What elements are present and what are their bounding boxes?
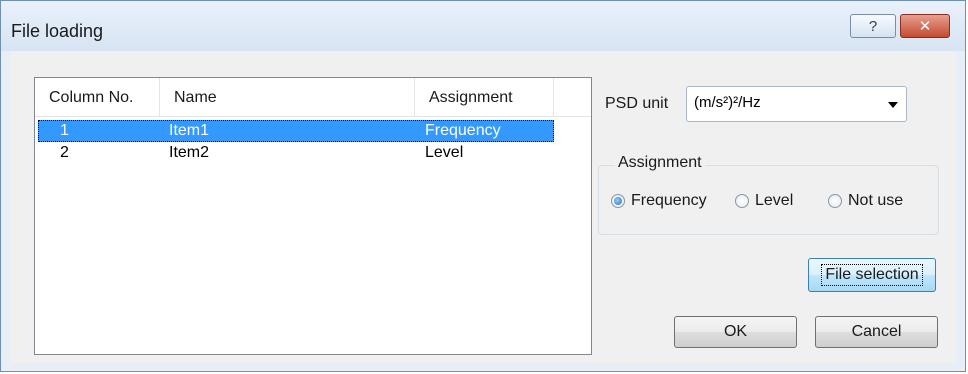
help-icon: ?	[868, 17, 878, 35]
column-list[interactable]: Column No. Name Assignment 1 Item1 Frequ…	[34, 77, 592, 355]
file-selection-label: File selection	[821, 264, 923, 286]
radio-unchecked-icon[interactable]	[735, 194, 749, 208]
ok-label: OK	[723, 323, 748, 340]
cancel-button[interactable]: Cancel	[815, 316, 938, 348]
close-button[interactable]: ✕	[900, 14, 950, 38]
file-selection-button[interactable]: File selection	[808, 258, 936, 292]
radio-level[interactable]: Level	[735, 192, 793, 210]
radio-not-use[interactable]: Not use	[828, 192, 903, 210]
psd-unit-select[interactable]: (m/s²)²/Hz	[686, 86, 907, 122]
psd-unit-label: PSD unit	[605, 95, 669, 112]
radio-not-use-label: Not use	[848, 192, 904, 209]
assignment-group: Assignment Frequency Level Not use	[598, 154, 939, 235]
radio-level-label: Level	[755, 192, 794, 209]
list-header: Column No. Name Assignment	[35, 78, 591, 117]
cancel-label: Cancel	[851, 323, 902, 340]
help-button[interactable]: ?	[850, 14, 896, 38]
radio-frequency[interactable]: Frequency	[611, 192, 707, 210]
title-bar[interactable]: File loading ? ✕	[1, 1, 965, 51]
assignment-group-label: Assignment	[615, 154, 705, 172]
row-assignment: Frequency	[425, 122, 501, 139]
close-icon: ✕	[918, 18, 932, 35]
psd-unit-value: (m/s²)²/Hz	[694, 94, 761, 111]
row-assignment: Level	[425, 144, 464, 161]
list-row-item1[interactable]: 1 Item1 Frequency	[38, 120, 554, 142]
radio-unchecked-icon[interactable]	[828, 194, 842, 208]
radio-checked-icon[interactable]	[611, 194, 625, 208]
row-name: Item1	[169, 122, 210, 139]
row-name: Item2	[169, 144, 210, 161]
column-header-name[interactable]: Name	[160, 78, 415, 116]
radio-frequency-label: Frequency	[631, 192, 707, 209]
dialog-content: Column No. Name Assignment 1 Item1 Frequ…	[10, 51, 956, 363]
chevron-down-icon[interactable]	[888, 102, 898, 108]
row-column-no: 2	[60, 144, 69, 161]
list-row-item2[interactable]: 2 Item2 Level	[38, 142, 554, 164]
dialog-window: File loading ? ✕ Column No. Name Assignm…	[0, 0, 966, 372]
ok-button[interactable]: OK	[674, 316, 797, 348]
column-header-column-no[interactable]: Column No.	[35, 78, 160, 116]
column-header-assignment[interactable]: Assignment	[415, 78, 554, 116]
window-title: File loading	[11, 21, 104, 41]
row-column-no: 1	[60, 122, 69, 139]
